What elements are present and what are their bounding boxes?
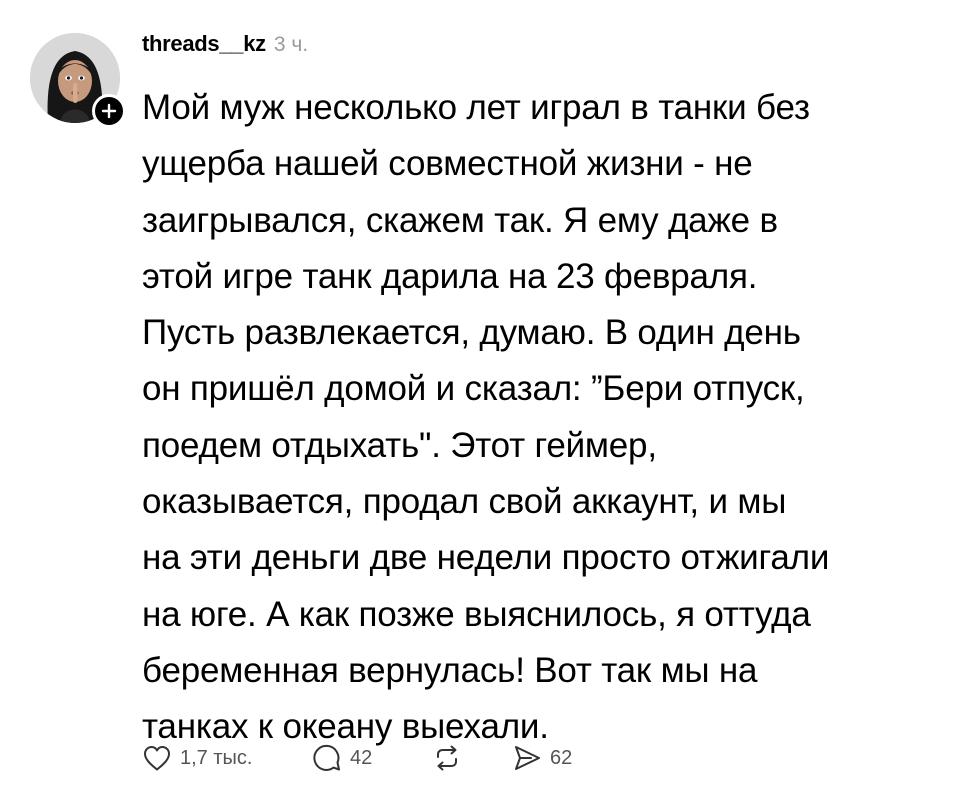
post-text-line: этой игре танк дарила на 23 февраля. <box>142 256 758 296</box>
repost-button[interactable] <box>432 743 512 773</box>
like-button[interactable]: 1,7 тыс. <box>142 744 312 772</box>
post-text-line: Пусть развлекается, думаю. В один день <box>142 313 801 353</box>
post-actions: 1,7 тыс. 42 62 <box>142 742 572 774</box>
post-header: threads__kz 3 ч. <box>142 31 308 57</box>
send-icon <box>515 746 540 770</box>
post-text-line: ущерба нашей совместной жизни - не <box>142 144 753 184</box>
reply-button[interactable]: 42 <box>312 743 432 773</box>
post-text-line: оказывается, продал свой аккаунт, и мы <box>142 482 787 522</box>
speech-bubble-icon <box>313 744 340 771</box>
post-text-line: на юге. А как позже выяснилось, я оттуда <box>142 594 811 634</box>
share-count: 62 <box>550 746 573 769</box>
plus-icon <box>101 103 117 119</box>
post-text: Мой муж несколько лет играл в танки без … <box>142 80 942 756</box>
share-button[interactable]: 62 <box>512 743 572 773</box>
post-text-line: он пришёл домой и сказал: ”Бери отпуск, <box>142 369 805 409</box>
heart-icon <box>144 746 170 771</box>
follow-button[interactable] <box>92 94 126 128</box>
post-text-line: на эти деньги две недели просто отжигали <box>142 538 830 578</box>
repost-icon <box>437 745 457 771</box>
like-count: 1,7 тыс. <box>180 746 253 769</box>
post-timestamp: 3 ч. <box>273 33 309 56</box>
post-text-line: заигрывался, скажем так. Я ему даже в <box>142 200 778 240</box>
post-text-line: поедем отдыхать". Этот геймер, <box>142 425 657 465</box>
post-text-line: беременная вернулась! Вот так мы на <box>142 650 758 690</box>
reply-count: 42 <box>350 746 373 769</box>
username-link[interactable]: threads__kz <box>142 31 266 57</box>
post-text-line: Мой муж несколько лет играл в танки без <box>142 88 810 127</box>
